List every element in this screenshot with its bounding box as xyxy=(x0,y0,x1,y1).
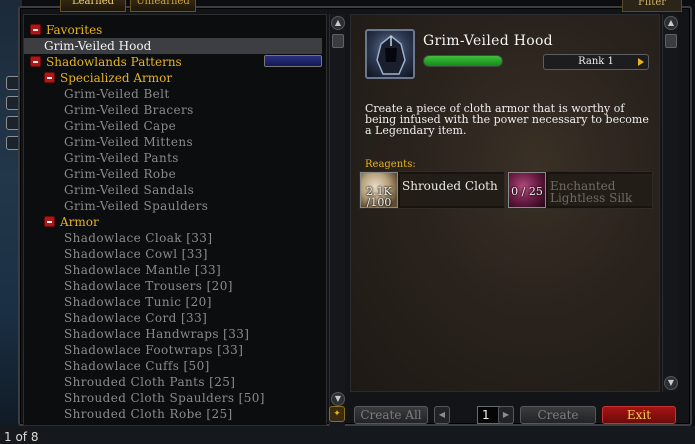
reagent-count: 0 / 25 xyxy=(511,185,543,198)
subcategory-header[interactable]: Armor xyxy=(44,214,99,230)
scroll-thumb[interactable] xyxy=(332,34,344,48)
recipe-item[interactable]: Shrouded Cloth Spaulders [50] xyxy=(64,390,265,406)
recipe-label: Grim-Veiled Cape xyxy=(64,119,177,133)
recipe-item[interactable]: Grim-Veiled Belt xyxy=(64,86,170,102)
recipe-item[interactable]: Grim-Veiled Pants xyxy=(64,150,179,166)
recipe-label: Grim-Veiled Mittens xyxy=(64,135,194,149)
collapse-minus-icon[interactable] xyxy=(30,56,41,67)
detail-scrollbar[interactable]: ▲ ▼ xyxy=(662,14,678,392)
recipe-item[interactable]: Shadowlace Tunic [20] xyxy=(64,294,212,310)
recipe-label: Shrouded Cloth Spaulders [50] xyxy=(64,391,265,405)
recipe-label: Shadowlace Cuffs [50] xyxy=(64,359,210,373)
recipe-item[interactable]: Shadowlace Cord [33] xyxy=(64,310,207,326)
reagent-name: Shrouded Cloth xyxy=(402,179,498,193)
exit-button[interactable]: Exit xyxy=(602,406,676,424)
rank-label: Rank 1 xyxy=(578,56,614,67)
recipe-label: Shadowlace Cord [33] xyxy=(64,311,208,325)
page-count: 1 of 8 xyxy=(4,430,39,444)
create-button[interactable]: Create xyxy=(520,406,596,424)
recipe-description: Create a piece of cloth armor that is wo… xyxy=(365,102,649,137)
recipe-label: Shadowlace Trousers [20] xyxy=(64,279,233,293)
professions-window: Learned Unlearned Filter Favorites Grim-V… xyxy=(18,0,692,426)
reagents-label: Reagents: xyxy=(365,159,416,170)
recipe-label: Grim-Veiled Pants xyxy=(64,151,179,165)
recipe-label: Grim-Veiled Hood xyxy=(44,39,152,53)
recipe-list-scrollbar[interactable]: ▲ ▼ xyxy=(329,14,345,426)
recipe-label: Specialized Armor xyxy=(60,71,173,85)
recipe-item[interactable]: Grim-Veiled Cape xyxy=(64,118,176,134)
recipe-item[interactable]: Grim-Veiled Spaulders xyxy=(64,198,208,214)
skill-up-bar xyxy=(423,55,503,67)
reagent-count: 2.1K /100 xyxy=(366,185,392,209)
category-header[interactable]: Favorites xyxy=(30,22,102,38)
recipe-label: Shrouded Cloth Pants [25] xyxy=(64,375,236,389)
tab-learned[interactable]: Learned xyxy=(60,0,126,12)
recipe-label: Grim-Veiled Robe xyxy=(64,167,177,181)
category-header[interactable]: Shadowlands Patterns xyxy=(30,54,182,70)
skill-progress-bar xyxy=(264,55,322,67)
recipe-item-selected[interactable]: Grim-Veiled Hood xyxy=(24,38,322,54)
recipe-item[interactable]: Grim-Veiled Robe xyxy=(64,166,176,182)
recipe-label: Grim-Veiled Bracers xyxy=(64,103,194,117)
recipe-item[interactable]: Grim-Veiled Bracers xyxy=(64,102,194,118)
subcategory-header[interactable]: Specialized Armor xyxy=(44,70,172,86)
create-all-button[interactable]: Create All xyxy=(354,406,428,424)
recipe-item[interactable]: Grim-Veiled Sandals xyxy=(64,182,194,198)
rank-selector[interactable]: Rank 1 xyxy=(543,54,649,70)
recipe-detail: Grim-Veiled Hood Rank 1 Create a piece o… xyxy=(350,14,660,392)
recipe-label: Armor xyxy=(60,215,99,229)
collapse-minus-icon[interactable] xyxy=(30,24,41,35)
recipe-label: Grim-Veiled Spaulders xyxy=(64,199,209,213)
recipe-item[interactable]: Shadowlace Cowl [33] xyxy=(64,246,208,262)
recipe-label: Shadowlace Handwraps [33] xyxy=(64,327,250,341)
recipe-label: Shadowlace Cloak [33] xyxy=(64,231,213,245)
tab-unlearned[interactable]: Unlearned xyxy=(130,0,196,12)
recipe-label: Shadowlands Patterns xyxy=(46,55,182,69)
recipe-item[interactable]: Shadowlace Trousers [20] xyxy=(64,278,233,294)
recipe-item[interactable]: Shadowlace Cloak [33] xyxy=(64,230,212,246)
scroll-down-icon[interactable]: ▼ xyxy=(331,392,345,406)
recipe-title: Grim-Veiled Hood xyxy=(423,33,553,49)
recipe-item[interactable]: Shadowlace Footwraps [33] xyxy=(64,342,243,358)
recipe-label: Shadowlace Mantle [33] xyxy=(64,263,222,277)
arrow-right-icon xyxy=(638,58,644,66)
scroll-down-icon[interactable]: ▼ xyxy=(664,376,678,390)
collapse-minus-icon[interactable] xyxy=(44,72,55,83)
tab-bar: Learned Unlearned xyxy=(60,0,196,12)
filter-button[interactable]: Filter xyxy=(622,0,682,12)
hood-icon xyxy=(365,29,415,79)
recipe-label: Shrouded Cloth Robe [25] xyxy=(64,407,233,421)
recipe-label: Shadowlace Cowl [33] xyxy=(64,247,208,261)
recipe-label: Shadowlace Footwraps [33] xyxy=(64,343,244,357)
scroll-up-icon[interactable]: ▲ xyxy=(664,16,678,30)
recipe-label: Grim-Veiled Belt xyxy=(64,87,170,101)
scroll-up-icon[interactable]: ▲ xyxy=(331,16,345,30)
reagent-name: Enchanted Lightless Silk xyxy=(550,179,633,205)
scroll-thumb[interactable] xyxy=(665,34,677,48)
recipe-item[interactable]: Grim-Veiled Mittens xyxy=(64,134,193,150)
recipe-item[interactable]: Shrouded Cloth Pants [25] xyxy=(64,374,235,390)
recipe-list: Favorites Grim-Veiled Hood Shadowlands Pat… xyxy=(23,14,327,426)
recipe-item[interactable]: Shrouded Cloth Robe [25] xyxy=(64,406,233,422)
recipe-label: Shadowlace Tunic [20] xyxy=(64,295,212,309)
arrow-left-icon[interactable]: ◀ xyxy=(434,406,450,424)
recipe-label: Favorites xyxy=(46,23,103,37)
reagent-slot[interactable]: 0 / 25 Enchanted Lightless Silk xyxy=(507,171,653,209)
arrow-right-icon[interactable]: ▶ xyxy=(498,406,514,424)
collapse-minus-icon[interactable] xyxy=(44,216,55,227)
world-bottom-strip xyxy=(0,426,695,444)
reagent-slot[interactable]: 2.1K /100 Shrouded Cloth xyxy=(359,171,505,209)
recipe-label: Grim-Veiled Sandals xyxy=(64,183,195,197)
recipe-item[interactable]: Shadowlace Cuffs [50] xyxy=(64,358,210,374)
favorite-star-icon[interactable]: ✦ xyxy=(329,406,345,422)
recipe-item[interactable]: Shadowlace Handwraps [33] xyxy=(64,326,249,342)
recipe-item[interactable]: Shadowlace Mantle [33] xyxy=(64,262,221,278)
